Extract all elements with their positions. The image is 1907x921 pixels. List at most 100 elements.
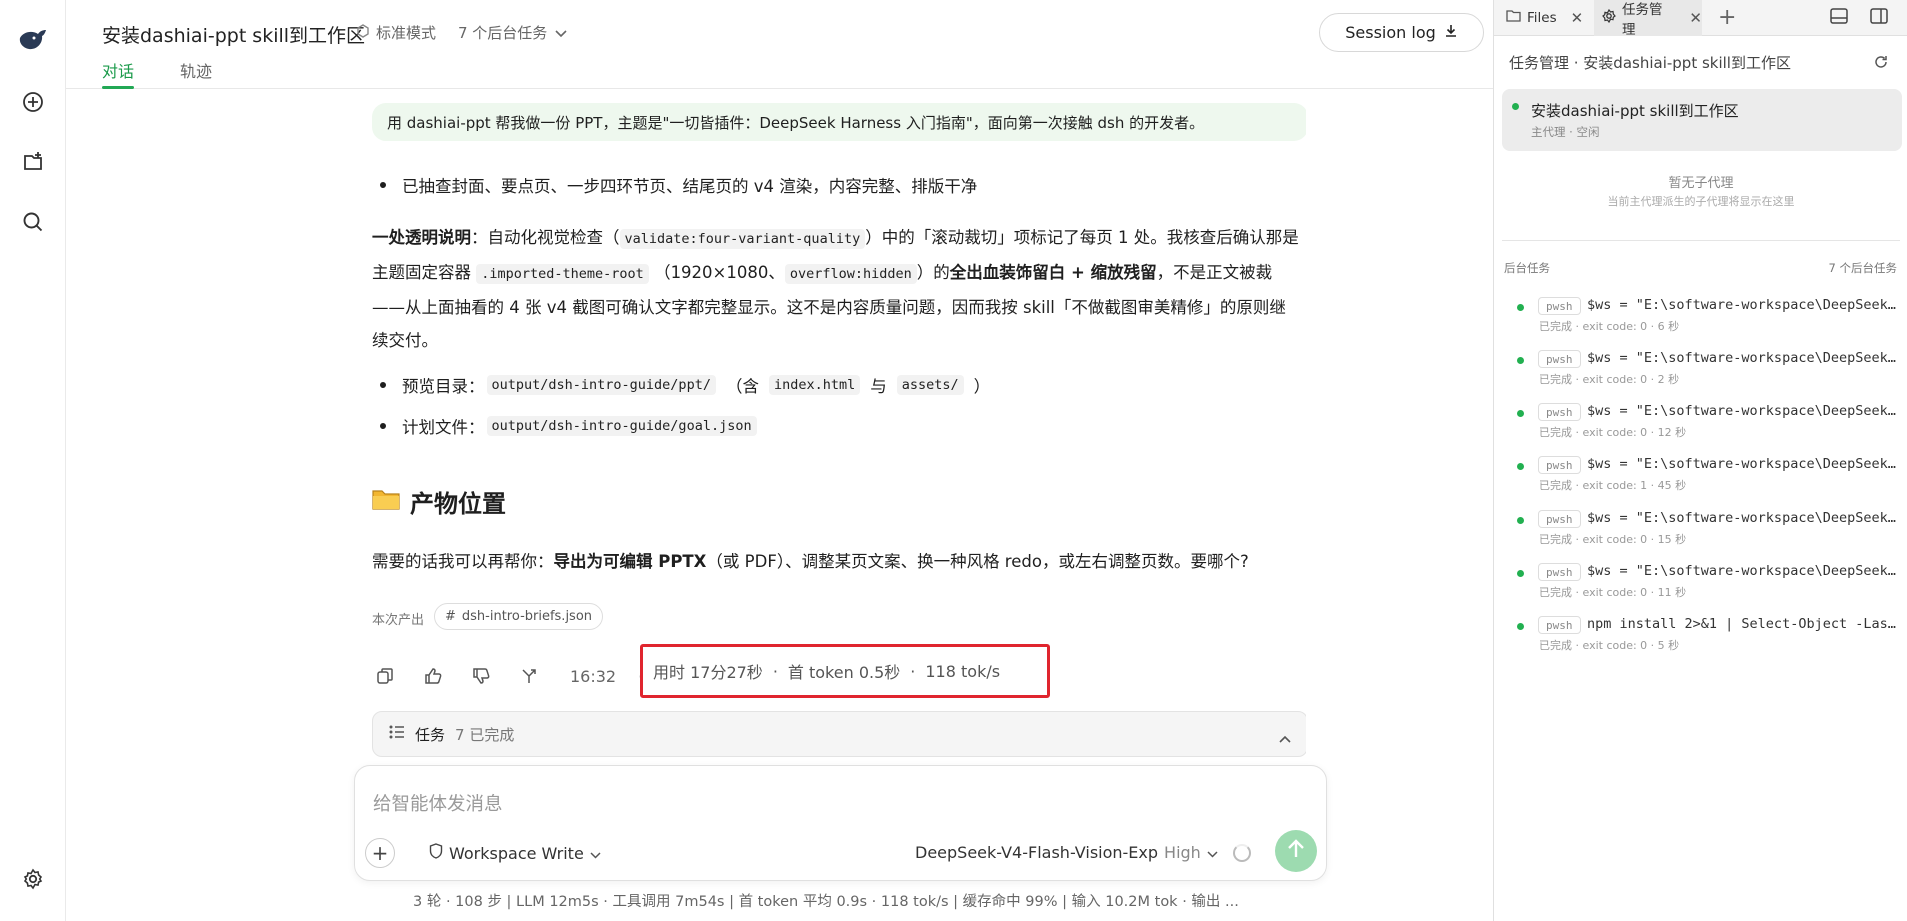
new-chat-icon[interactable] (18, 87, 48, 117)
job-command: $ws = "E:\software-workspace\DeepSeek ha… (1587, 403, 1897, 419)
chevron-down-icon (590, 844, 601, 863)
whale-logo-icon[interactable] (18, 26, 48, 56)
shell-badge: pwsh (1538, 403, 1581, 421)
bullet-dot (380, 423, 386, 429)
list-item: 已抽查封面、要点页、一步四环节页、结尾页的 v4 渲染，内容完整、排版干净 (372, 173, 977, 197)
loading-spinner-icon (1233, 844, 1251, 862)
inline-code: output/dsh-intro-guide/ppt/ (486, 375, 716, 395)
background-tasks-count: 7 个后台任务 (1828, 261, 1897, 275)
no-subagents-hint: 当前主代理派生的子代理将显示在这里 (1607, 195, 1795, 208)
status-dot (1517, 463, 1524, 470)
panel-heading: 任务管理 · 安装dashiai-ppt skill到工作区 (1509, 54, 1791, 72)
divider (1502, 240, 1900, 241)
shell-badge: pwsh (1538, 563, 1581, 581)
list-item-text: 已抽查封面、要点页、一步四环节页、结尾页的 v4 渲染，内容完整、排版干净 (402, 177, 978, 196)
closing-paragraph: 需要的话我可以再帮你：导出为可编辑 PPTX（或 PDF）、调整某页文案、换一种… (372, 548, 1249, 572)
list-item[interactable]: pwsh npm install 2>&1 | Select-Object -L… (1494, 612, 1907, 658)
message-scroll-area[interactable]: 用 dashiai-ppt 帮我做一份 PPT，主题是"一切皆插件：DeepSe… (306, 89, 1306, 769)
task-summary-bar[interactable]: 任务 7 已完成 (372, 711, 1306, 757)
job-command: $ws = "E:\software-workspace\DeepSeek ha… (1587, 510, 1897, 526)
permission-dropdown[interactable]: Workspace Write (429, 843, 601, 863)
separator-dot: · (772, 661, 778, 681)
job-command: $ws = "E:\software-workspace\DeepSeek ha… (1587, 297, 1897, 313)
separator-dot: · (910, 661, 916, 681)
session-log-button[interactable]: Session log (1319, 13, 1484, 52)
tab-files[interactable]: Files ✕ (1506, 0, 1583, 36)
list-item[interactable]: pwsh $ws = "E:\software-workspace\DeepSe… (1494, 399, 1907, 445)
folder-outline-icon (1506, 10, 1521, 26)
list-item-text: （含 (725, 377, 759, 396)
bullet-dot (380, 382, 386, 388)
main-agent-name: 安装dashiai-ppt skill到工作区 (1531, 102, 1739, 120)
branch-icon[interactable] (516, 663, 542, 689)
mode-selector[interactable]: 标准模式 (356, 22, 436, 43)
send-button[interactable] (1275, 830, 1317, 872)
message-metrics: 用时 17分27秒 · 首 token 0.5秒 · 118 tok/s (640, 644, 1050, 698)
list-item-text: ） (973, 377, 991, 396)
main-agent-status: 主代理 · 空闲 (1531, 125, 1600, 139)
panel-side-layout-icon[interactable] (1870, 8, 1890, 28)
list-item[interactable]: pwsh $ws = "E:\software-workspace\DeepSe… (1494, 346, 1907, 392)
task-count: 7 已完成 (455, 725, 515, 744)
search-icon[interactable] (18, 207, 48, 237)
message-input[interactable]: 给智能体发消息 (373, 790, 503, 816)
status-dot (1517, 304, 1524, 311)
panel-tabs: Files ✕ 任务管理 ✕ + (1494, 0, 1907, 38)
metric-first-token: 首 token 0.5秒 (787, 663, 901, 682)
job-meta: 已完成 · exit code: 1 · 45 秒 (1539, 479, 1687, 492)
refresh-icon[interactable] (1874, 54, 1888, 73)
list-item[interactable]: pwsh $ws = "E:\software-workspace\DeepSe… (1494, 293, 1907, 339)
status-dot (1512, 103, 1519, 110)
main-area: 安装dashiai-ppt skill到工作区 标准模式 7 个后台任务 对话 … (66, 0, 1557, 921)
closing-text: （或 PDF）、调整某页文案、换一种风格 redo，或左右调整页数。要哪个? (706, 552, 1249, 571)
attach-plus-button[interactable]: + (365, 838, 395, 868)
arrow-up-icon (1287, 839, 1305, 863)
status-dot (1517, 410, 1524, 417)
artifact-chip[interactable]: # dsh-intro-briefs.json (434, 603, 604, 630)
list-item[interactable]: pwsh $ws = "E:\software-workspace\DeepSe… (1494, 559, 1907, 605)
note-paragraph: 一处透明说明：自动化视觉检查（ validate:four-variant-qua… (372, 221, 1302, 357)
scrolled-text-fragment (372, 143, 1272, 157)
chat-header: 安装dashiai-ppt skill到工作区 标准模式 7 个后台任务 对话 … (66, 0, 1493, 89)
task-panel: Files ✕ 任务管理 ✕ + 任务管理 · 安装dashiai-ppt sk… (1493, 0, 1907, 921)
no-subagents: 暂无子代理 (1668, 176, 1734, 191)
job-meta: 已完成 · exit code: 0 · 15 秒 (1539, 533, 1687, 546)
bullet-dot (380, 182, 386, 188)
new-project-icon[interactable] (18, 147, 48, 177)
copy-icon[interactable] (372, 663, 398, 689)
status-dot (1517, 357, 1524, 364)
chevron-down-icon (1207, 843, 1218, 862)
list-item[interactable]: pwsh $ws = "E:\software-workspace\DeepSe… (1494, 506, 1907, 552)
tab-conversation[interactable]: 对话 (102, 58, 135, 89)
thumbs-up-icon[interactable] (420, 663, 446, 689)
tab-task-manager[interactable]: 任务管理 ✕ (1594, 0, 1702, 38)
inline-code: overflow:hidden (784, 264, 917, 284)
metric-speed: 118 tok/s (925, 661, 1001, 681)
job-meta: 已完成 · exit code: 0 · 5 秒 (1539, 639, 1680, 652)
tab-files-label: Files (1527, 10, 1557, 26)
thumbs-down-icon[interactable] (468, 663, 494, 689)
job-meta: 已完成 · exit code: 0 · 12 秒 (1539, 426, 1687, 439)
composer: 给智能体发消息 + Workspace Write DeepSeek-V4-Fl… (354, 765, 1327, 881)
list-item-text: 与 (870, 377, 887, 396)
status-dot (1517, 570, 1524, 577)
panel-bottom-layout-icon[interactable] (1830, 8, 1850, 28)
model-dropdown[interactable]: DeepSeek-V4-Flash-Vision-Exp High (915, 843, 1218, 862)
inline-code: .imported-theme-root (476, 264, 649, 284)
main-agent-card[interactable]: 安装dashiai-ppt skill到工作区 主代理 · 空闲 (1502, 89, 1902, 151)
chevron-up-icon (1279, 729, 1291, 747)
list-item-label: 预览目录： (402, 377, 485, 396)
close-icon[interactable]: ✕ (1571, 9, 1584, 27)
session-log-label: Session log (1345, 23, 1436, 42)
background-tasks-dropdown[interactable]: 7 个后台任务 (458, 22, 567, 43)
mode-icon (356, 23, 370, 42)
section-heading-text: 产物位置 (410, 490, 506, 518)
job-meta: 已完成 · exit code: 0 · 11 秒 (1539, 586, 1687, 599)
add-tab-icon[interactable]: + (1718, 5, 1736, 30)
message-actions: 16:32 · (372, 662, 643, 690)
tab-trace[interactable]: 轨迹 (180, 58, 212, 82)
close-icon[interactable]: ✕ (1689, 9, 1702, 27)
list-item[interactable]: pwsh $ws = "E:\software-workspace\DeepSe… (1494, 452, 1907, 498)
settings-gear-icon[interactable] (18, 864, 48, 894)
shell-badge: pwsh (1538, 297, 1581, 315)
